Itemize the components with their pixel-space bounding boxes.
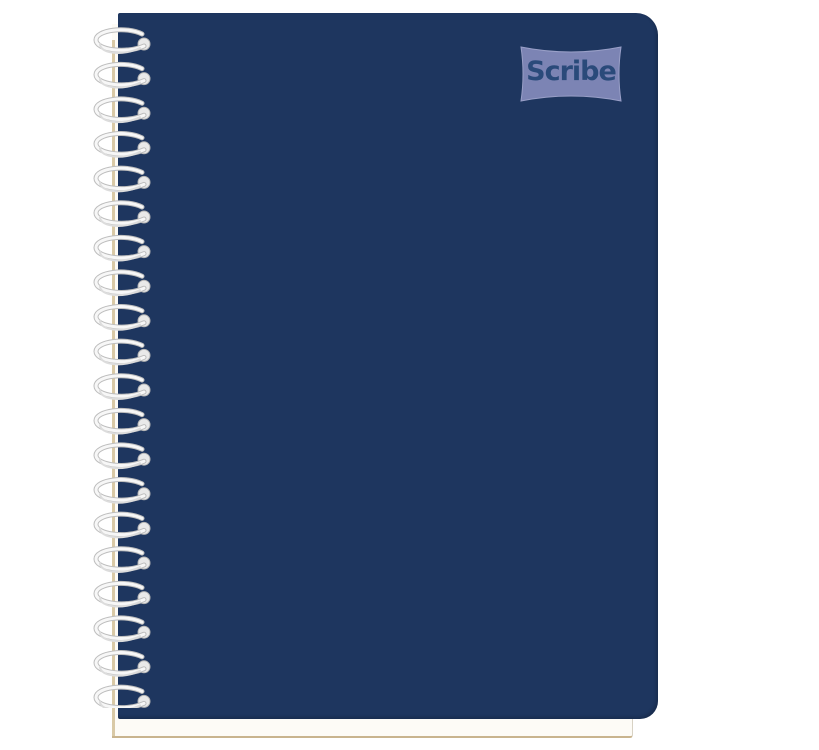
notebook-scene: Scribe (0, 0, 819, 750)
spiral-ring (93, 234, 151, 262)
spiral-ring (93, 96, 151, 124)
brand-logo: Scribe (517, 41, 625, 107)
spiral-ring (93, 546, 151, 573)
notebook-cover (118, 13, 658, 719)
spiral-ring (93, 373, 151, 400)
spiral-binding (93, 27, 151, 708)
spiral-ring (93, 442, 151, 470)
spiral-ring (93, 200, 151, 227)
spiral-ring (93, 477, 151, 504)
spiral-ring (93, 338, 151, 366)
spiral-ring (93, 580, 151, 608)
spiral-ring (93, 407, 151, 435)
spiral-ring (93, 61, 151, 89)
spiral-ring (93, 131, 151, 158)
spiral-ring (93, 650, 151, 677)
spiral-ring (93, 165, 151, 193)
spiral-ring (93, 684, 151, 708)
spiral-ring (93, 304, 151, 331)
spiral-ring (93, 511, 151, 539)
spiral-ring (93, 269, 151, 297)
spiral-ring (93, 27, 151, 54)
brand-name: Scribe (526, 56, 617, 87)
spiral-ring (93, 615, 151, 643)
